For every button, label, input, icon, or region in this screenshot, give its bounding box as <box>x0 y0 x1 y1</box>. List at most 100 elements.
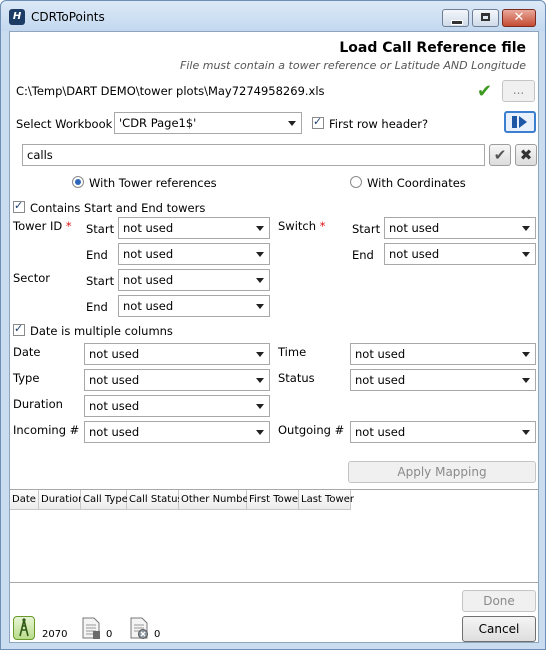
chevron-down-icon <box>288 121 296 126</box>
tower-id-end-select[interactable]: not used <box>118 243 270 265</box>
chevron-down-icon <box>522 430 530 435</box>
apply-mapping-button[interactable]: Apply Mapping <box>348 461 536 483</box>
x-icon: ✖ <box>519 146 533 164</box>
date-value: not used <box>89 347 140 361</box>
duration-value: not used <box>89 399 140 413</box>
tower-icon-svg <box>19 618 29 637</box>
workbook-label: Select Workbook <box>16 117 113 131</box>
tower-id-start-value: not used <box>123 221 174 235</box>
tower-id-label: Tower ID * <box>13 219 72 233</box>
app-window: H CDRToPoints ✕ Load Call Reference file… <box>0 0 546 650</box>
switch-start-label: Start <box>352 222 381 236</box>
chevron-down-icon <box>522 378 530 383</box>
chevron-down-icon <box>256 430 264 435</box>
filter-input-value: calls <box>27 148 53 162</box>
chevron-down-icon <box>256 304 264 309</box>
sector-start-value: not used <box>123 273 174 287</box>
chevron-down-icon <box>256 226 264 231</box>
page-subtitle: File must contain a tower reference or L… <box>180 59 526 72</box>
date-select[interactable]: not used <box>84 343 270 365</box>
sector-label: Sector <box>13 271 50 285</box>
type-select[interactable]: not used <box>84 369 270 391</box>
status-label: Status <box>278 371 315 385</box>
tower-id-start-select[interactable]: not used <box>118 217 270 239</box>
data-grid[interactable]: Date Duration Call Type Call Status Othe… <box>10 489 538 583</box>
chevron-down-icon <box>256 404 264 409</box>
date-label: Date <box>13 345 41 359</box>
switch-end-label: End <box>352 248 374 262</box>
switch-label-text: Switch <box>278 219 317 233</box>
docs-count: 0 <box>106 629 113 640</box>
with-coordinates-radio[interactable] <box>350 176 362 188</box>
toggle-bar-left <box>512 116 517 128</box>
window-title: CDRToPoints <box>31 10 105 24</box>
filter-input[interactable]: calls <box>22 144 485 166</box>
play-arrow-icon <box>519 116 527 128</box>
toggle-panel-button[interactable] <box>504 111 536 133</box>
clear-filter-button[interactable]: ✖ <box>515 144 537 166</box>
grid-column-header[interactable]: Duration <box>39 490 84 510</box>
chevron-down-icon <box>256 352 264 357</box>
time-value: not used <box>355 347 406 361</box>
outgoing-label: Outgoing # <box>278 423 345 437</box>
chevron-down-icon <box>522 352 530 357</box>
browse-button[interactable]: ... <box>502 80 535 102</box>
chevron-down-icon <box>522 252 530 257</box>
outgoing-select[interactable]: not used <box>350 421 536 443</box>
tower-icon <box>13 616 35 640</box>
errors-count: 0 <box>154 629 161 640</box>
chevron-down-icon <box>256 378 264 383</box>
contains-start-end-checkbox[interactable] <box>13 199 25 213</box>
done-button[interactable]: Done <box>462 590 536 612</box>
maximize-button[interactable] <box>472 9 499 27</box>
duration-select[interactable]: not used <box>84 395 270 417</box>
switch-start-select[interactable]: not used <box>384 217 536 239</box>
status-value: not used <box>355 373 406 387</box>
date-multiple-columns-label: Date is multiple columns <box>30 324 173 338</box>
document-error-icon-svg <box>130 617 148 639</box>
grid-column-header[interactable]: First Tower <box>247 490 302 510</box>
sector-start-select[interactable]: not used <box>118 269 270 291</box>
switch-end-select[interactable]: not used <box>384 243 536 265</box>
time-label: Time <box>278 345 307 359</box>
grid-column-header[interactable]: Date <box>10 490 39 510</box>
checkmark-icon: ✔ <box>477 81 493 102</box>
workbook-select[interactable]: 'CDR Page1$' <box>114 112 302 134</box>
accept-filter-button[interactable]: ✔ <box>489 144 511 166</box>
date-multiple-columns-checkbox[interactable] <box>13 322 25 336</box>
first-row-header-label: First row header? <box>329 117 429 131</box>
duration-label: Duration <box>13 397 63 411</box>
dialog-body: Load Call Reference file File must conta… <box>9 31 539 643</box>
time-select[interactable]: not used <box>350 343 536 365</box>
chevron-down-icon <box>256 252 264 257</box>
close-icon: ✕ <box>513 10 525 25</box>
tower-id-end-label: End <box>86 248 108 262</box>
minimize-button[interactable] <box>442 9 469 27</box>
close-button[interactable]: ✕ <box>502 9 536 27</box>
switch-start-value: not used <box>389 221 440 235</box>
grid-column-header[interactable]: Call Status <box>127 490 183 510</box>
grid-column-header[interactable]: Call Type <box>81 490 128 510</box>
sector-end-select[interactable]: not used <box>118 295 270 317</box>
tower-id-start-label: Start <box>86 222 115 236</box>
workbook-select-value: 'CDR Page1$' <box>119 116 197 130</box>
with-tower-references-label: With Tower references <box>89 176 217 190</box>
with-coordinates-label: With Coordinates <box>367 176 466 190</box>
maximize-icon <box>481 13 490 21</box>
sector-end-value: not used <box>123 299 174 313</box>
minimize-icon <box>451 20 463 25</box>
status-select[interactable]: not used <box>350 369 536 391</box>
first-row-header-checkbox[interactable] <box>312 115 324 129</box>
sector-start-label: Start <box>86 274 115 288</box>
grid-column-header[interactable]: Other Number <box>179 490 253 510</box>
incoming-value: not used <box>89 425 140 439</box>
incoming-select[interactable]: not used <box>84 421 270 443</box>
grid-column-header[interactable]: Last Tower <box>299 490 354 510</box>
type-label: Type <box>13 371 40 385</box>
with-tower-references-radio[interactable] <box>72 176 84 188</box>
tower-id-end-value: not used <box>123 247 174 261</box>
cancel-button[interactable]: Cancel <box>462 616 536 642</box>
document-icon-svg <box>82 617 100 639</box>
chevron-down-icon <box>256 278 264 283</box>
title-bar[interactable]: H CDRToPoints ✕ <box>1 1 545 31</box>
